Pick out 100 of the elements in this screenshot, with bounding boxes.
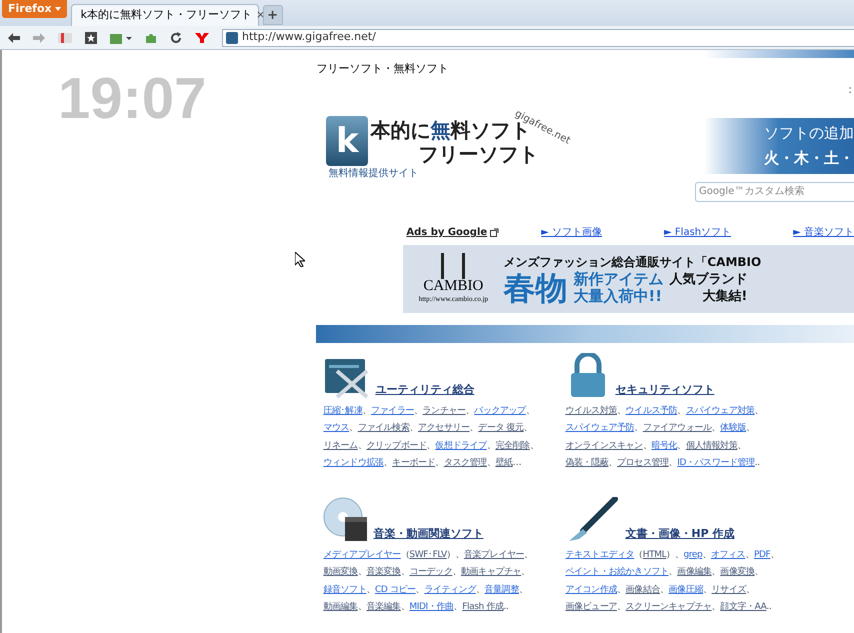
separator-text: （ [400, 548, 410, 562]
category-link[interactable]: ランチャー [422, 404, 466, 418]
category-link[interactable]: スクリーンキャプチャ [626, 601, 712, 614]
separator-text: 、 [642, 440, 652, 452]
ads-by-google-link[interactable]: Ads by Google [406, 225, 488, 240]
category-link[interactable]: テキストエディタ [565, 548, 634, 562]
category-link[interactable]: 圧縮･解凍 [323, 404, 362, 418]
category-link[interactable]: 音楽変換 [366, 566, 401, 580]
category-link[interactable]: ウィンドウ拡張 [323, 457, 384, 470]
category-link[interactable]: メディアプレイヤー [323, 548, 401, 562]
category-link[interactable]: アクセサリー [418, 422, 470, 436]
ad-text: 新作アイテム [573, 270, 664, 288]
category-link[interactable]: ファイラー [370, 404, 414, 418]
banner-text: 火・木・土・ [764, 148, 854, 168]
category-link[interactable]: アイコン作成 [565, 584, 617, 597]
reload-icon[interactable] [170, 32, 182, 44]
category-link[interactable]: 動画変換 [323, 566, 358, 580]
promo-banner[interactable]: ソフトの追加 火・木・土・ [704, 118, 854, 174]
category-title-link[interactable]: 音楽・動画関連ソフト [373, 526, 484, 542]
address-bar[interactable]: http://www.gigafree.net/ [222, 28, 854, 46]
category-link[interactable]: ファイル検索 [358, 422, 410, 436]
category-link[interactable]: CD コピー [374, 584, 416, 597]
category-link[interactable]: 画像結合 [626, 584, 660, 597]
category-link[interactable]: 画像編集 [677, 566, 712, 580]
category-link[interactable]: ファイアウォール [642, 422, 712, 436]
category-link[interactable]: MIDI・作曲 [409, 601, 454, 614]
ad-link[interactable]: ► Flashソフト [664, 225, 732, 240]
separator-text: 、 [452, 567, 462, 579]
category-link[interactable]: 個人情報対策 [686, 440, 738, 453]
separator-text: 、 [616, 601, 626, 614]
category-link[interactable]: 音楽編集 [366, 601, 401, 614]
category-link[interactable]: 録音ソフト [323, 584, 366, 597]
category-link[interactable]: コーデック [409, 566, 452, 580]
category-link[interactable]: 壁紙 [495, 457, 513, 470]
separator-text: 、 [414, 404, 423, 418]
category-link[interactable]: ライティング [424, 584, 476, 597]
category-link[interactable]: grep [683, 548, 702, 562]
category-link[interactable]: 体験版 [720, 422, 746, 436]
category-link[interactable]: 偽装・隠蔽 [565, 457, 608, 470]
separator-text: 、 [754, 404, 764, 418]
category-link[interactable]: Flash 作成 [462, 601, 504, 614]
category-link[interactable]: 暗号化 [651, 440, 678, 453]
separator-text: 、 [470, 422, 478, 435]
category-title-link[interactable]: セキュリティソフト [615, 382, 714, 398]
bookmark-icon[interactable] [58, 32, 72, 42]
category-link[interactable]: ウイルス対策 [565, 404, 617, 418]
category-link[interactable]: プロセス管理 [616, 457, 669, 470]
category-link[interactable]: ペイント・お絵かきソフト [565, 566, 669, 580]
puzzle-icon[interactable] [145, 32, 157, 44]
category-link[interactable]: オンラインスキャン [565, 440, 643, 453]
separator-text: ）、 [666, 548, 684, 562]
separator-text: 、 [616, 404, 626, 418]
category-link[interactable]: 音楽プレイヤー [464, 548, 524, 562]
category-link[interactable]: リネーム [323, 440, 358, 453]
new-tab-button[interactable]: + [262, 5, 283, 25]
basket-icon[interactable] [110, 32, 132, 44]
separator-text: ）、 [446, 548, 464, 562]
ad-big-text: 春物 [503, 272, 568, 304]
star-box-icon[interactable] [85, 32, 97, 44]
category-link[interactable]: スパイウェア対策 [686, 404, 755, 418]
category-link[interactable]: マウス [323, 422, 350, 436]
separator-text: 、 [702, 548, 711, 562]
separator-text: 、 [526, 406, 534, 418]
ad-link[interactable]: ► 音楽ソフト [793, 225, 854, 240]
ad-link[interactable]: ► ソフト画像 [541, 225, 602, 240]
separator-text: 、 [712, 602, 720, 614]
category-link[interactable]: タスク管理 [444, 457, 487, 470]
category-link[interactable]: 画像変換 [720, 566, 755, 580]
category-link[interactable]: PDF [754, 548, 770, 562]
category-link[interactable]: 音量調整 [484, 584, 519, 597]
category-link[interactable]: データ 復元 [478, 422, 524, 436]
category-link[interactable]: 顔文字・AA [720, 601, 766, 614]
ad-text: 大量入荷中!! [573, 288, 664, 304]
category-link[interactable]: スパイウェア予防 [565, 422, 634, 436]
category-link[interactable]: オフィス [710, 548, 746, 562]
category-link[interactable]: HTML [642, 548, 666, 562]
separator-text: 、 [518, 584, 528, 596]
category-link[interactable]: 画像圧縮 [668, 584, 703, 597]
category-link[interactable]: クリップボード [366, 440, 427, 453]
separator-text: 、 [677, 404, 686, 418]
url-text: http://www.gigafree.net/ [242, 29, 376, 46]
category-link[interactable]: SWF･FLV [409, 548, 447, 562]
back-icon[interactable] [8, 32, 20, 42]
category-link[interactable]: 画像ビューア [565, 601, 617, 614]
category-link[interactable]: ウイルス予防 [626, 404, 678, 418]
category-link[interactable]: リサイズ [712, 584, 746, 597]
category-link[interactable]: 完全削除 [495, 440, 530, 453]
category-title-link[interactable]: 文書・画像・HP 作成 [625, 526, 734, 542]
separator-text: 、 [486, 440, 496, 452]
category-link[interactable]: 動画キャプチャ [461, 566, 522, 580]
separator-text: 、 [754, 566, 764, 579]
category-link[interactable]: ID・パスワード管理 [677, 457, 755, 470]
category-link[interactable]: 動画編集 [323, 601, 358, 614]
search-field[interactable]: Google™カスタム検索 [695, 182, 854, 202]
category-title-link[interactable]: ユーティリティ総合 [375, 382, 474, 398]
separator-text: 、 [677, 440, 686, 452]
category-link[interactable]: バックアップ [474, 404, 526, 418]
category-link[interactable]: キーボード [392, 457, 436, 470]
category-link[interactable]: 仮想ドライブ [435, 440, 487, 453]
ad-text: 大集結! [702, 288, 748, 304]
